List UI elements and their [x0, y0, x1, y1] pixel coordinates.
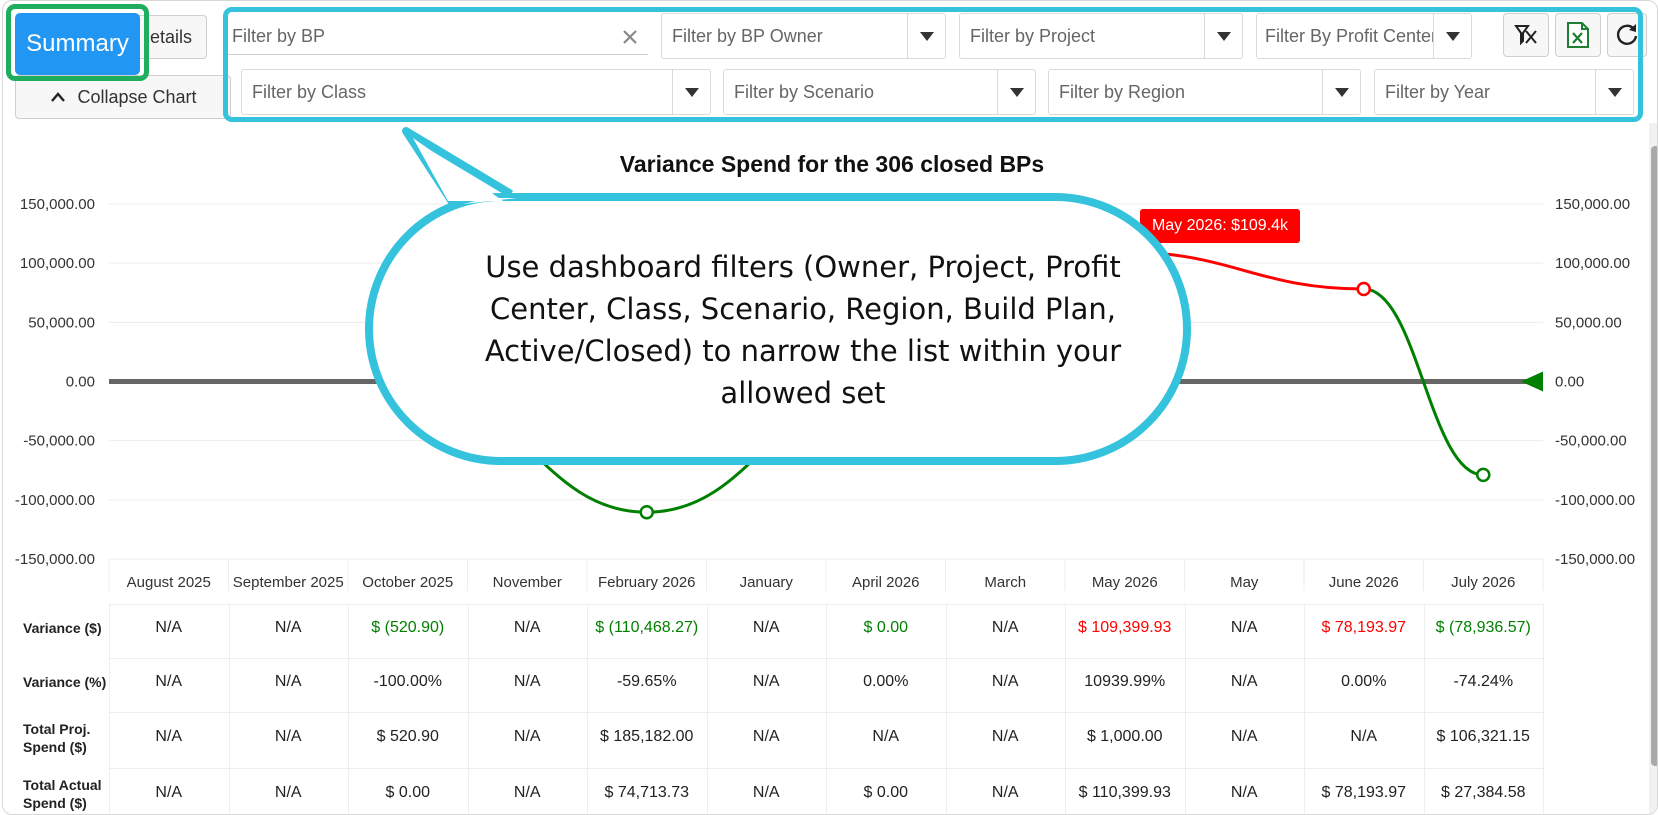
- table-cell: $ 74,713.73: [604, 784, 690, 801]
- table-cell: $ 0.00: [863, 619, 908, 636]
- table-cell: N/A: [274, 784, 302, 801]
- table-cell: -100.00%: [373, 673, 443, 690]
- table-cell: N/A: [752, 728, 780, 745]
- table-cell: -59.65%: [616, 673, 677, 690]
- table-cell: N/A: [513, 784, 541, 801]
- table-cell: N/A: [513, 619, 541, 636]
- table-cell: -74.24%: [1453, 673, 1514, 690]
- table-cell: 0.00%: [863, 673, 909, 690]
- table-cell: N/A: [274, 728, 302, 745]
- callout-text: Use dashboard filters (Owner, Project, P…: [484, 250, 1122, 410]
- table-row-label: Variance ($): [23, 620, 102, 636]
- table-cell: N/A: [991, 728, 1019, 745]
- table-cell: $ 106,321.15: [1436, 728, 1530, 745]
- table-cell: N/A: [155, 619, 183, 636]
- table-cell: N/A: [752, 673, 780, 690]
- table-cell: 0.00%: [1341, 673, 1387, 690]
- table-cell: N/A: [1350, 728, 1378, 745]
- table-cell: $ 27,384.58: [1440, 784, 1526, 801]
- table-cell: $ 110,399.93: [1078, 784, 1171, 801]
- table-cell: $ (110,468.27): [595, 619, 699, 636]
- table-cell: $ 78,193.97: [1321, 619, 1407, 636]
- table-cell: N/A: [1230, 728, 1258, 745]
- table-cell: N/A: [752, 784, 780, 801]
- table-cell: $ 185,182.00: [600, 728, 694, 745]
- table-cell: N/A: [991, 619, 1019, 636]
- table-row-label: Variance (%): [23, 674, 107, 690]
- table-cell: 10939.99%: [1084, 673, 1166, 690]
- table-row-label: Total Proj. Spend ($): [23, 721, 91, 755]
- table-cell: N/A: [155, 784, 183, 801]
- table-cell: N/A: [991, 673, 1019, 690]
- table-cell: $ (520.90): [371, 619, 445, 636]
- table-row-label: Total Actual Spend ($): [23, 777, 102, 811]
- table-cell: N/A: [991, 784, 1019, 801]
- table-cell: $ 109,399.93: [1078, 619, 1172, 636]
- table-cell: N/A: [872, 728, 900, 745]
- table-cell: N/A: [513, 728, 541, 745]
- table-cell: $ 0.00: [385, 784, 430, 801]
- table-cell: $ 520.90: [376, 728, 439, 745]
- table-cell: $ 0.00: [863, 784, 908, 801]
- dashboard-frame: etails Collapse Chart Summary Filter by …: [2, 0, 1658, 815]
- table-cell: $ (78,936.57): [1435, 619, 1531, 636]
- table-cell: N/A: [274, 673, 302, 690]
- table-cell: N/A: [1230, 673, 1258, 690]
- table-cell: $ 1,000.00: [1086, 728, 1163, 745]
- scrollbar-thumb[interactable]: [1651, 146, 1657, 766]
- table-cell: N/A: [752, 619, 780, 636]
- table-cell: N/A: [1230, 784, 1258, 801]
- table-cell: N/A: [1230, 619, 1258, 636]
- table-cell: N/A: [155, 728, 183, 745]
- table-cell: N/A: [274, 619, 302, 636]
- table-column-divider: [1543, 604, 1544, 814]
- table-cell: $ 78,193.97: [1321, 784, 1407, 801]
- table-cell: N/A: [513, 673, 541, 690]
- table-cell: N/A: [155, 673, 183, 690]
